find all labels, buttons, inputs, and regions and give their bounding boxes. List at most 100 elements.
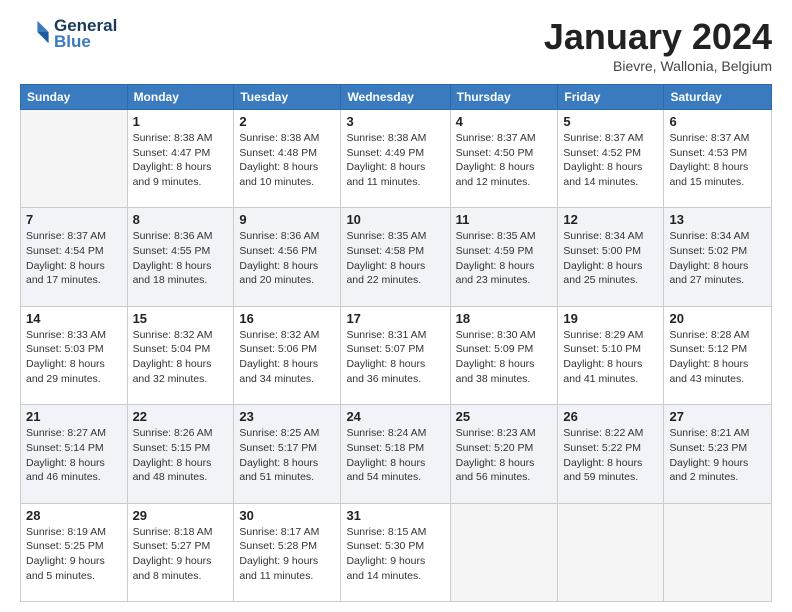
calendar-cell: 4 Sunrise: 8:37 AMSunset: 4:50 PMDaylight… [450,110,558,208]
weekday-header: Monday [127,85,234,110]
day-info: Sunrise: 8:17 AMSunset: 5:28 PMDaylight:… [239,525,335,584]
title-block: January 2024 Bievre, Wallonia, Belgium [544,16,772,74]
day-number: 2 [239,114,335,129]
day-number: 28 [26,508,122,523]
day-info: Sunrise: 8:37 AMSunset: 4:54 PMDaylight:… [26,229,122,288]
day-info: Sunrise: 8:32 AMSunset: 5:04 PMDaylight:… [133,328,229,387]
day-number: 31 [346,508,444,523]
calendar-table: SundayMondayTuesdayWednesdayThursdayFrid… [20,84,772,602]
day-number: 8 [133,212,229,227]
day-number: 19 [563,311,658,326]
calendar-cell: 26 Sunrise: 8:22 AMSunset: 5:22 PMDayligh… [558,405,664,503]
day-info: Sunrise: 8:18 AMSunset: 5:27 PMDaylight:… [133,525,229,584]
weekday-header: Saturday [664,85,772,110]
day-info: Sunrise: 8:34 AMSunset: 5:02 PMDaylight:… [669,229,766,288]
calendar-cell: 23 Sunrise: 8:25 AMSunset: 5:17 PMDayligh… [234,405,341,503]
day-info: Sunrise: 8:32 AMSunset: 5:06 PMDaylight:… [239,328,335,387]
day-number: 3 [346,114,444,129]
day-number: 17 [346,311,444,326]
logo: General Blue [20,16,117,52]
day-number: 24 [346,409,444,424]
weekday-header: Thursday [450,85,558,110]
calendar-cell: 29 Sunrise: 8:18 AMSunset: 5:27 PMDayligh… [127,503,234,601]
calendar-cell: 14 Sunrise: 8:33 AMSunset: 5:03 PMDayligh… [21,306,128,404]
day-number: 1 [133,114,229,129]
day-number: 12 [563,212,658,227]
calendar-cell: 19 Sunrise: 8:29 AMSunset: 5:10 PMDayligh… [558,306,664,404]
day-info: Sunrise: 8:21 AMSunset: 5:23 PMDaylight:… [669,426,766,485]
day-info: Sunrise: 8:36 AMSunset: 4:56 PMDaylight:… [239,229,335,288]
month-title: January 2024 [544,16,772,58]
calendar-cell: 3 Sunrise: 8:38 AMSunset: 4:49 PMDaylight… [341,110,450,208]
calendar-cell: 28 Sunrise: 8:19 AMSunset: 5:25 PMDayligh… [21,503,128,601]
calendar-cell: 11 Sunrise: 8:35 AMSunset: 4:59 PMDayligh… [450,208,558,306]
calendar-cell: 5 Sunrise: 8:37 AMSunset: 4:52 PMDaylight… [558,110,664,208]
calendar-cell: 20 Sunrise: 8:28 AMSunset: 5:12 PMDayligh… [664,306,772,404]
day-number: 18 [456,311,553,326]
day-info: Sunrise: 8:37 AMSunset: 4:52 PMDaylight:… [563,131,658,190]
day-number: 11 [456,212,553,227]
calendar-cell: 17 Sunrise: 8:31 AMSunset: 5:07 PMDayligh… [341,306,450,404]
subtitle: Bievre, Wallonia, Belgium [544,58,772,74]
day-number: 23 [239,409,335,424]
day-info: Sunrise: 8:29 AMSunset: 5:10 PMDaylight:… [563,328,658,387]
calendar-cell: 2 Sunrise: 8:38 AMSunset: 4:48 PMDaylight… [234,110,341,208]
day-info: Sunrise: 8:34 AMSunset: 5:00 PMDaylight:… [563,229,658,288]
weekday-header: Sunday [21,85,128,110]
header: General Blue January 2024 Bievre, Wallon… [20,16,772,74]
day-number: 26 [563,409,658,424]
day-info: Sunrise: 8:33 AMSunset: 5:03 PMDaylight:… [26,328,122,387]
calendar-cell: 8 Sunrise: 8:36 AMSunset: 4:55 PMDaylight… [127,208,234,306]
calendar-cell: 21 Sunrise: 8:27 AMSunset: 5:14 PMDayligh… [21,405,128,503]
calendar-cell: 30 Sunrise: 8:17 AMSunset: 5:28 PMDayligh… [234,503,341,601]
day-number: 13 [669,212,766,227]
calendar-cell: 7 Sunrise: 8:37 AMSunset: 4:54 PMDaylight… [21,208,128,306]
day-info: Sunrise: 8:15 AMSunset: 5:30 PMDaylight:… [346,525,444,584]
weekday-header: Tuesday [234,85,341,110]
day-info: Sunrise: 8:38 AMSunset: 4:49 PMDaylight:… [346,131,444,190]
calendar-cell: 24 Sunrise: 8:24 AMSunset: 5:18 PMDayligh… [341,405,450,503]
day-info: Sunrise: 8:36 AMSunset: 4:55 PMDaylight:… [133,229,229,288]
calendar-cell: 15 Sunrise: 8:32 AMSunset: 5:04 PMDayligh… [127,306,234,404]
day-number: 7 [26,212,122,227]
calendar-cell: 1Sunrise: 8:38 AMSunset: 4:47 PMDaylight… [127,110,234,208]
day-info: Sunrise: 8:19 AMSunset: 5:25 PMDaylight:… [26,525,122,584]
day-number: 30 [239,508,335,523]
calendar-cell [558,503,664,601]
day-info: Sunrise: 8:28 AMSunset: 5:12 PMDaylight:… [669,328,766,387]
day-number: 29 [133,508,229,523]
weekday-header: Friday [558,85,664,110]
day-number: 5 [563,114,658,129]
calendar-cell [450,503,558,601]
calendar-cell [664,503,772,601]
day-number: 16 [239,311,335,326]
day-number: 10 [346,212,444,227]
day-number: 22 [133,409,229,424]
day-info: Sunrise: 8:22 AMSunset: 5:22 PMDaylight:… [563,426,658,485]
day-info: Sunrise: 8:35 AMSunset: 4:59 PMDaylight:… [456,229,553,288]
day-number: 25 [456,409,553,424]
day-info: Sunrise: 8:37 AMSunset: 4:50 PMDaylight:… [456,131,553,190]
day-number: 4 [456,114,553,129]
day-number: 20 [669,311,766,326]
day-info: Sunrise: 8:23 AMSunset: 5:20 PMDaylight:… [456,426,553,485]
day-info: Sunrise: 8:35 AMSunset: 4:58 PMDaylight:… [346,229,444,288]
day-number: 9 [239,212,335,227]
day-info: Sunrise: 8:27 AMSunset: 5:14 PMDaylight:… [26,426,122,485]
weekday-header: Wednesday [341,85,450,110]
calendar-cell: 12 Sunrise: 8:34 AMSunset: 5:00 PMDayligh… [558,208,664,306]
day-number: 15 [133,311,229,326]
day-number: 21 [26,409,122,424]
calendar-cell: 9 Sunrise: 8:36 AMSunset: 4:56 PMDaylight… [234,208,341,306]
calendar-cell [21,110,128,208]
day-info: Sunrise: 8:25 AMSunset: 5:17 PMDaylight:… [239,426,335,485]
calendar-cell: 6Sunrise: 8:37 AMSunset: 4:53 PMDaylight… [664,110,772,208]
day-info: Sunrise: 8:24 AMSunset: 5:18 PMDaylight:… [346,426,444,485]
calendar-cell: 27Sunrise: 8:21 AMSunset: 5:23 PMDayligh… [664,405,772,503]
calendar-cell: 22Sunrise: 8:26 AMSunset: 5:15 PMDayligh… [127,405,234,503]
day-info: Sunrise: 8:38 AMSunset: 4:48 PMDaylight:… [239,131,335,190]
day-info: Sunrise: 8:30 AMSunset: 5:09 PMDaylight:… [456,328,553,387]
day-info: Sunrise: 8:31 AMSunset: 5:07 PMDaylight:… [346,328,444,387]
day-number: 14 [26,311,122,326]
calendar-cell: 18 Sunrise: 8:30 AMSunset: 5:09 PMDayligh… [450,306,558,404]
